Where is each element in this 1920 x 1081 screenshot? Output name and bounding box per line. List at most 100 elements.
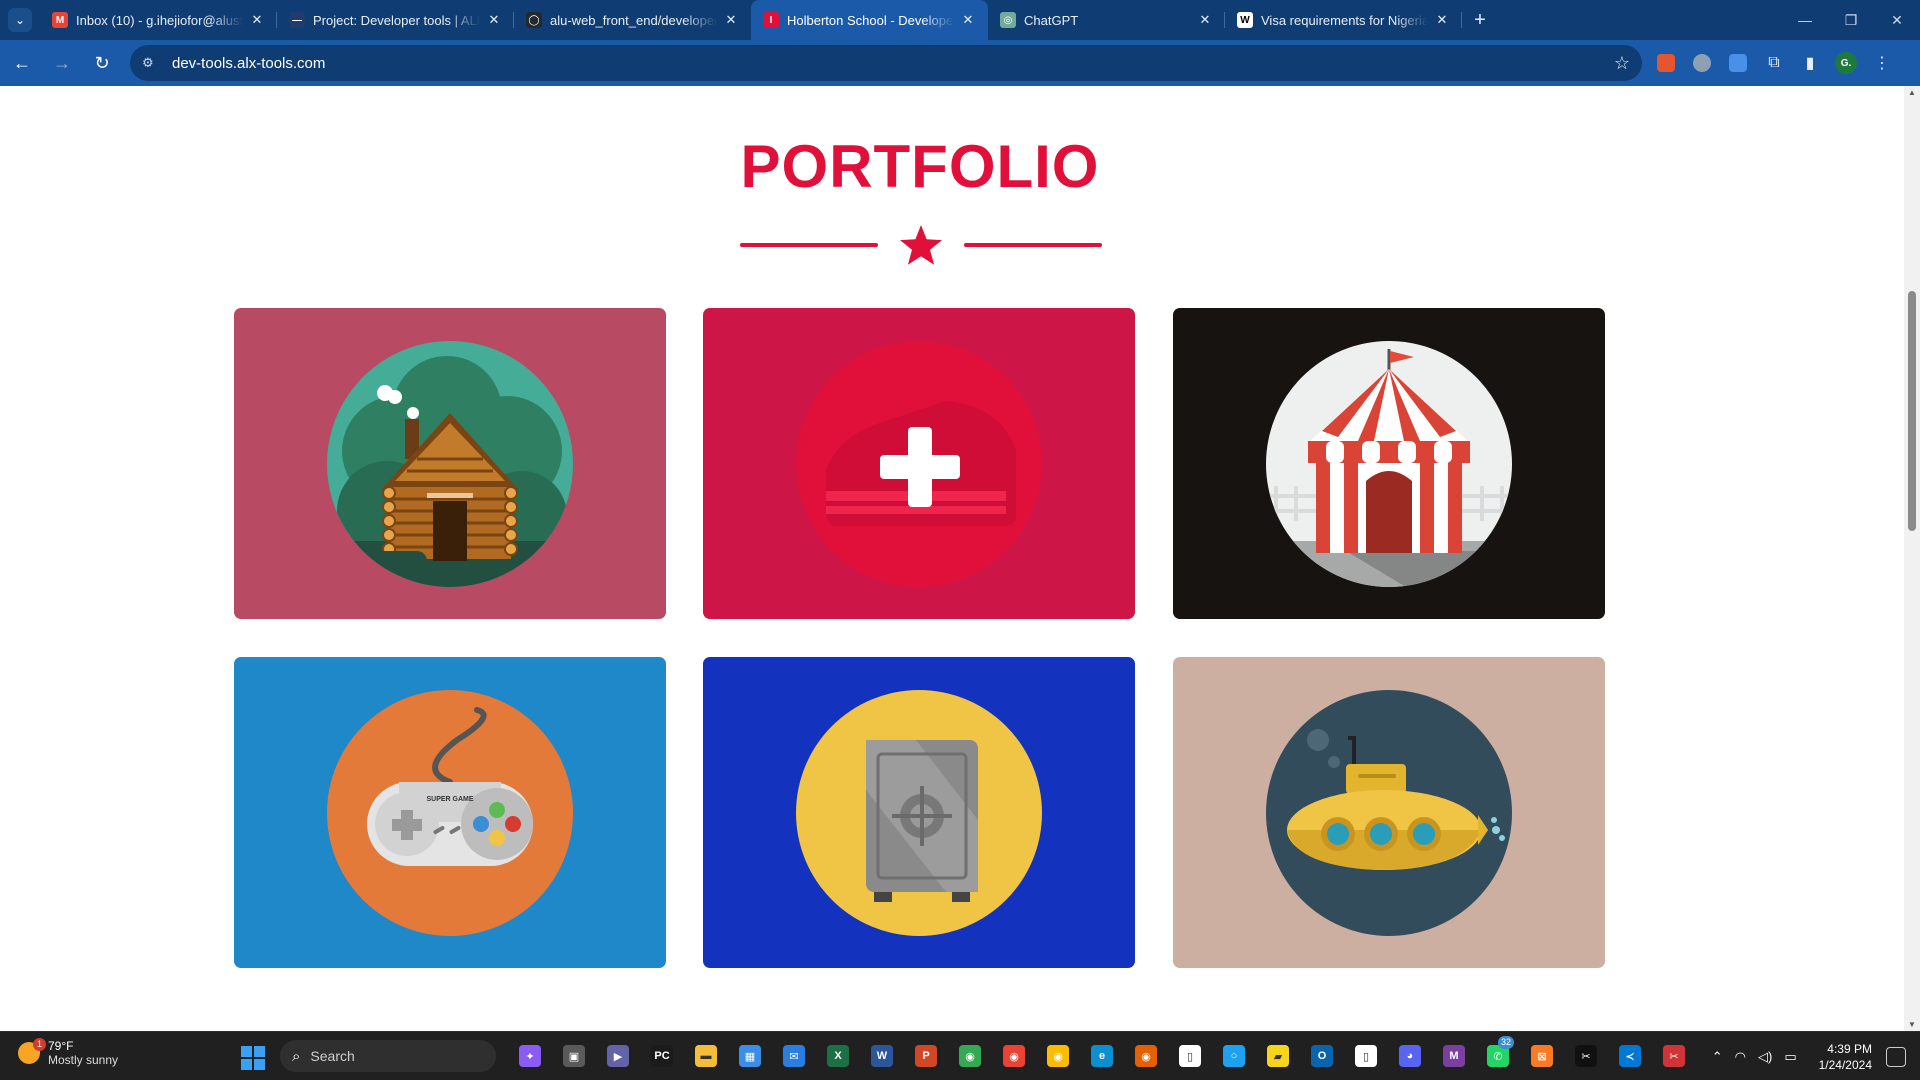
browser-tab[interactable]: W Visa requirements for Nigerian citizens…	[1225, 0, 1462, 40]
address-bar[interactable]: ⚙ dev-tools.alx-tools.com ☆	[130, 45, 1642, 81]
search-icon: ⌕	[292, 1047, 301, 1065]
portfolio-item-medical[interactable]	[703, 308, 1135, 619]
powerpoint-app-button[interactable]: P	[904, 1040, 948, 1072]
portfolio-item-submarine[interactable]	[1173, 657, 1605, 968]
xampp-app-button[interactable]: ⊠	[1520, 1040, 1564, 1072]
browser-tab[interactable]: — Project: Developer tools | ALU Intranet…	[277, 0, 514, 40]
browser-tab[interactable]: I Holberton School - Developer tools ✕	[751, 0, 988, 40]
portfolio-item-circus[interactable]	[1173, 308, 1605, 619]
extension-3-button[interactable]	[1720, 45, 1756, 81]
maker-app-button[interactable]: M	[1432, 1040, 1476, 1072]
maker-icon: M	[1443, 1045, 1465, 1067]
excel-icon: X	[827, 1045, 849, 1067]
copilot-app-button[interactable]: ✦	[508, 1040, 552, 1072]
close-tab-icon[interactable]: ✕	[960, 12, 976, 28]
forward-button[interactable]: →	[44, 45, 80, 81]
profile-button[interactable]: G.	[1828, 45, 1864, 81]
divider-line-left	[740, 243, 878, 247]
cortana-app-button[interactable]: ○	[1212, 1040, 1256, 1072]
capcut-app-button[interactable]: ✂	[1564, 1040, 1608, 1072]
edge-app-button[interactable]: e	[1080, 1040, 1124, 1072]
close-tab-icon[interactable]: ✕	[1434, 12, 1450, 28]
menu-button[interactable]: ⋮	[1864, 45, 1900, 81]
grammarly-icon	[1693, 54, 1711, 72]
chrome-profile-app-button[interactable]: ◉	[992, 1040, 1036, 1072]
start-button[interactable]	[241, 1046, 265, 1070]
capcut-icon: ✂	[1575, 1045, 1597, 1067]
firefox-app-button[interactable]: ◉	[1124, 1040, 1168, 1072]
puzzle-icon: ⧉	[1768, 54, 1780, 71]
volume-icon[interactable]: ◁)	[1758, 1049, 1772, 1065]
sticky-notes-icon: ▰	[1267, 1045, 1289, 1067]
close-window-button[interactable]: ✕	[1874, 0, 1920, 40]
outlook-app-button[interactable]: O	[1300, 1040, 1344, 1072]
vscode-app-button[interactable]: ≺	[1608, 1040, 1652, 1072]
minimize-button[interactable]: —	[1782, 0, 1828, 40]
close-tab-icon[interactable]: ✕	[486, 12, 502, 28]
file-explorer-app-button[interactable]: ▬	[684, 1040, 728, 1072]
scrollbar-thumb[interactable]	[1908, 291, 1916, 531]
portfolio-item-safe[interactable]	[703, 657, 1135, 968]
portfolio-item-cabin[interactable]	[234, 308, 666, 619]
store-app-button[interactable]: ▦	[728, 1040, 772, 1072]
browser-tab[interactable]: M Inbox (10) - g.ihejiofor@alustudent.com…	[40, 0, 277, 40]
clock[interactable]: 4:39 PM 1/24/2024	[1819, 1041, 1872, 1073]
url-text[interactable]: dev-tools.alx-tools.com	[172, 55, 1614, 72]
document-icon: ▯	[1355, 1045, 1377, 1067]
edge-icon: e	[1091, 1045, 1113, 1067]
back-button[interactable]: ←	[4, 45, 40, 81]
wifi-icon[interactable]: ◠	[1735, 1049, 1746, 1065]
discord-app-button[interactable]: ◕	[1388, 1040, 1432, 1072]
bookmark-star-icon[interactable]: ☆	[1614, 53, 1630, 74]
mail-app-button[interactable]: ✉	[772, 1040, 816, 1072]
battery-icon[interactable]: ▭	[1784, 1049, 1796, 1065]
extension-icon	[1729, 54, 1747, 72]
chevron-down-icon: ⌄	[14, 13, 26, 27]
tab-title: alu-web_front_end/developer_tools	[550, 12, 717, 28]
notepad-app-button[interactable]: ▯	[1168, 1040, 1212, 1072]
scroll-down-icon[interactable]: ▼	[1908, 1020, 1916, 1029]
new-tab-button[interactable]: +	[1462, 0, 1498, 40]
document-app-button[interactable]: ▯	[1344, 1040, 1388, 1072]
reload-button[interactable]: ↻	[84, 45, 120, 81]
scroll-up-icon[interactable]: ▲	[1908, 88, 1916, 97]
extension-1-button[interactable]	[1648, 45, 1684, 81]
title-divider	[740, 223, 1102, 273]
site-info-icon[interactable]: ⚙	[142, 55, 162, 71]
browser-tab[interactable]: ◎ ChatGPT ✕	[988, 0, 1225, 40]
tab-favicon-icon: W	[1237, 12, 1253, 28]
excel-app-button[interactable]: X	[816, 1040, 860, 1072]
weather-widget[interactable]: 1 79°F Mostly sunny	[18, 1038, 118, 1067]
controller-label: SUPER GAME	[426, 796, 473, 803]
close-tab-icon[interactable]: ✕	[249, 12, 265, 28]
close-tab-icon[interactable]: ✕	[723, 12, 739, 28]
weather-temperature: 79°F	[48, 1039, 74, 1053]
chrome-profile-2-icon: ◉	[1047, 1045, 1069, 1067]
browser-tab[interactable]: ◯ alu-web_front_end/developer_tools ✕	[514, 0, 751, 40]
pycharm-app-button[interactable]: PC	[640, 1040, 684, 1072]
word-app-button[interactable]: W	[860, 1040, 904, 1072]
tab-title: Inbox (10) - g.ihejiofor@alustudent.com	[76, 12, 243, 28]
restore-icon: ❐	[1844, 11, 1858, 28]
vertical-scrollbar[interactable]: ▲ ▼	[1904, 86, 1920, 1031]
notifications-button[interactable]	[1886, 1046, 1906, 1067]
snipping-tool-app-button[interactable]: ✂	[1652, 1040, 1696, 1072]
chrome-profile-2-app-button[interactable]: ◉	[1036, 1040, 1080, 1072]
chrome-app-button[interactable]: ◉	[948, 1040, 992, 1072]
whatsapp-app-button[interactable]: ✆ 32	[1476, 1036, 1520, 1072]
tab-search-button[interactable]: ⌄	[8, 8, 32, 32]
weather-sun-icon: 1	[18, 1038, 46, 1064]
sticky-notes-app-button[interactable]: ▰	[1256, 1040, 1300, 1072]
chevron-up-icon[interactable]: ⌃	[1712, 1049, 1723, 1065]
side-panel-button[interactable]: ▮	[1792, 45, 1828, 81]
restore-button[interactable]: ❐	[1828, 0, 1874, 40]
taskbar-search[interactable]: ⌕ Search	[280, 1040, 496, 1072]
firefox-icon: ◉	[1135, 1045, 1157, 1067]
close-tab-icon[interactable]: ✕	[1197, 12, 1213, 28]
extensions-button[interactable]: ⧉	[1756, 45, 1792, 81]
task-view-app-button[interactable]: ▣	[552, 1040, 596, 1072]
extension-2-button[interactable]	[1684, 45, 1720, 81]
teams-app-button[interactable]: ▶	[596, 1040, 640, 1072]
portfolio-item-game[interactable]: SUPER GAME	[234, 657, 666, 968]
more-vert-icon: ⋮	[1874, 55, 1890, 72]
